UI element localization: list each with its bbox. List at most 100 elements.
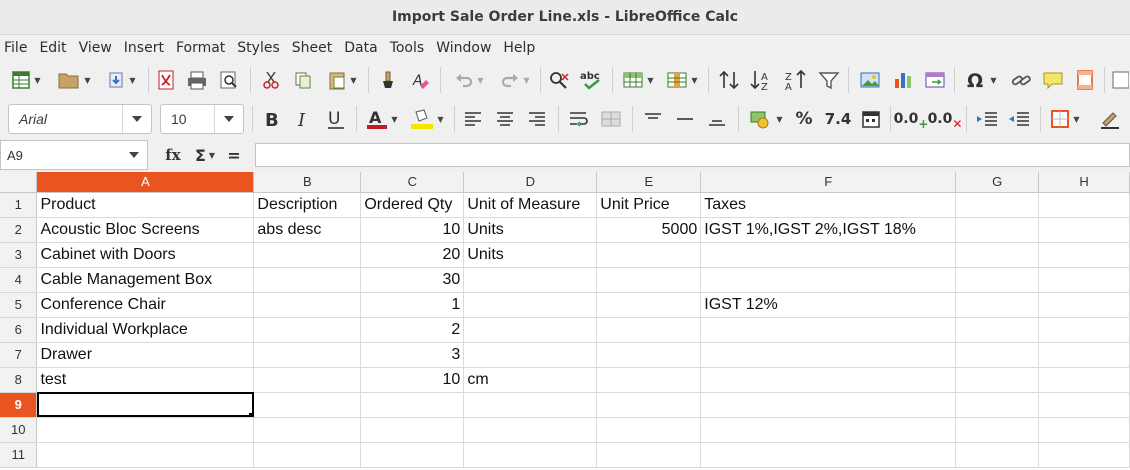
menu-data[interactable]: Data (339, 35, 384, 61)
cell-h3[interactable] (1038, 242, 1130, 268)
insert-hyperlink-button[interactable] (1008, 67, 1034, 93)
cell-g2[interactable] (955, 217, 1040, 243)
date-format-button[interactable] (858, 106, 884, 132)
merge-center-button[interactable] (598, 106, 624, 132)
cell-b3[interactable] (253, 242, 362, 268)
column-header-g[interactable]: G (955, 172, 1040, 193)
cell-h6[interactable] (1038, 317, 1130, 343)
spelling-button[interactable]: abc (578, 67, 606, 93)
cut-button[interactable] (258, 67, 284, 93)
cell-g8[interactable] (955, 367, 1040, 393)
align-left-button[interactable] (460, 106, 486, 132)
cell-f11[interactable] (700, 442, 957, 468)
column-header-e[interactable]: E (596, 172, 702, 193)
cell-g1[interactable] (955, 192, 1040, 218)
cell-f9[interactable] (700, 392, 957, 418)
cell-f7[interactable] (700, 342, 957, 368)
chevron-down-icon[interactable] (121, 152, 147, 158)
export-pdf-button[interactable] (154, 67, 178, 93)
font-name-box[interactable]: Arial (8, 104, 152, 134)
row-header[interactable]: 6 (0, 317, 38, 343)
menu-view[interactable]: View (74, 35, 119, 61)
cell-c6[interactable]: 2 (360, 317, 465, 343)
cell-a5[interactable]: Conference Chair (36, 292, 255, 318)
open-button[interactable]: ▼ (54, 67, 94, 93)
menu-window[interactable]: Window (431, 35, 498, 61)
cell-b5[interactable] (253, 292, 362, 318)
cell-d7[interactable] (463, 342, 598, 368)
borders-button[interactable]: ▼ (1044, 106, 1086, 132)
cell-f5[interactable]: IGST 12% (700, 292, 957, 318)
cell-e2[interactable]: 5000 (596, 217, 702, 243)
cell-h11[interactable] (1038, 442, 1130, 468)
cell-d2[interactable]: Units (463, 217, 598, 243)
cell-c8[interactable]: 10 (360, 367, 465, 393)
cell-c3[interactable]: 20 (360, 242, 465, 268)
menu-sheet[interactable]: Sheet (287, 35, 339, 61)
increase-indent-button[interactable] (972, 106, 1002, 132)
clone-formatting-button[interactable] (376, 67, 400, 93)
cell-a8[interactable]: test (36, 367, 255, 393)
column-button[interactable]: ▼ (662, 67, 702, 93)
print-button[interactable] (184, 67, 210, 93)
cell-c9[interactable] (360, 392, 465, 418)
column-header-d[interactable]: D (463, 172, 598, 193)
cell-g10[interactable] (955, 417, 1040, 443)
cell-b6[interactable] (253, 317, 362, 343)
cell-e9[interactable] (596, 392, 702, 418)
percent-format-button[interactable]: % (792, 106, 816, 132)
menu-help[interactable]: Help (498, 35, 542, 61)
cell-b2[interactable]: abs desc (253, 217, 362, 243)
headers-footers-button[interactable] (1072, 67, 1098, 93)
column-header-a[interactable]: A (36, 172, 255, 193)
undo-button[interactable]: ▼ (448, 67, 490, 93)
cell-e3[interactable] (596, 242, 702, 268)
cell-g4[interactable] (955, 267, 1040, 293)
cell-a7[interactable]: Drawer (36, 342, 255, 368)
row-header[interactable]: 5 (0, 292, 38, 318)
autofilter-button[interactable] (816, 67, 842, 93)
chevron-down-icon[interactable] (214, 105, 243, 133)
formula-input[interactable] (255, 143, 1130, 167)
cell-d1[interactable]: Unit of Measure (463, 192, 598, 218)
align-top-button[interactable] (640, 106, 666, 132)
cell-b11[interactable] (253, 442, 362, 468)
copy-button[interactable] (290, 67, 316, 93)
print-preview-button[interactable] (216, 67, 242, 93)
wrap-text-button[interactable] (566, 106, 592, 132)
cell-c7[interactable]: 3 (360, 342, 465, 368)
cell-h2[interactable] (1038, 217, 1130, 243)
cell-c10[interactable] (360, 417, 465, 443)
cell-c5[interactable]: 1 (360, 292, 465, 318)
select-all-corner[interactable] (0, 172, 38, 193)
cell-g5[interactable] (955, 292, 1040, 318)
menu-tools[interactable]: Tools (385, 35, 432, 61)
sort-descending-button[interactable]: ZA (782, 67, 810, 93)
cell-h8[interactable] (1038, 367, 1130, 393)
italic-button[interactable]: I (290, 106, 314, 132)
underline-button[interactable]: U (322, 106, 350, 132)
sum-button[interactable]: Σ ▼ (188, 142, 222, 168)
insert-image-button[interactable] (856, 67, 884, 93)
cell-g11[interactable] (955, 442, 1040, 468)
menu-styles[interactable]: Styles (232, 35, 286, 61)
cell-b4[interactable] (253, 267, 362, 293)
cell-a9[interactable] (36, 392, 255, 418)
clear-formatting-button[interactable]: A (408, 67, 432, 93)
cell-c11[interactable] (360, 442, 465, 468)
cell-g7[interactable] (955, 342, 1040, 368)
row-button[interactable]: ▼ (618, 67, 658, 93)
cell-a11[interactable] (36, 442, 255, 468)
align-center-button[interactable] (492, 106, 518, 132)
add-decimal-place-button[interactable]: 0.0 + (894, 106, 929, 132)
cell-a1[interactable]: Product (36, 192, 255, 218)
cell-e11[interactable] (596, 442, 702, 468)
row-header[interactable]: 11 (0, 442, 38, 468)
cell-g9[interactable] (955, 392, 1040, 418)
highlight-color-button[interactable]: ▼ (406, 106, 448, 132)
fill-handle[interactable] (249, 412, 253, 416)
save-button[interactable]: ▼ (102, 67, 140, 93)
cell-b7[interactable] (253, 342, 362, 368)
row-header[interactable]: 7 (0, 342, 38, 368)
column-header-c[interactable]: C (360, 172, 465, 193)
